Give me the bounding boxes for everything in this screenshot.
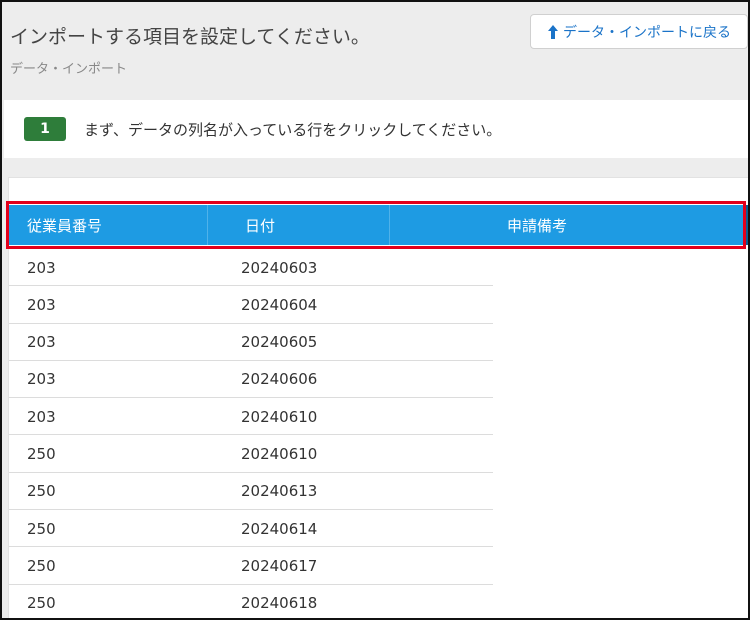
cell-date: 20240603 bbox=[241, 258, 318, 277]
cell-date: 20240613 bbox=[241, 482, 318, 501]
cell-date: 20240604 bbox=[241, 295, 318, 314]
table-row[interactable]: 203 20240603 bbox=[9, 249, 493, 287]
step-badge: 1 bbox=[24, 117, 66, 141]
table-row[interactable]: 203 20240604 bbox=[9, 286, 493, 324]
import-window: インポートする項目を設定してください。 データ・インポート データ・インポートに… bbox=[0, 0, 750, 620]
column-header-employee-number: 従業員番号 bbox=[27, 216, 103, 235]
page-title: インポートする項目を設定してください。 bbox=[10, 26, 370, 48]
cell-date: 20240618 bbox=[241, 594, 318, 613]
column-divider bbox=[389, 205, 390, 245]
table-row[interactable]: 203 20240606 bbox=[9, 361, 493, 399]
cell-employee-number: 250 bbox=[27, 519, 56, 538]
cell-employee-number: 203 bbox=[27, 407, 56, 426]
cell-date: 20240610 bbox=[241, 444, 318, 463]
cell-employee-number: 250 bbox=[27, 482, 56, 501]
cell-date: 20240605 bbox=[241, 333, 318, 352]
breadcrumb[interactable]: データ・インポート bbox=[10, 58, 127, 77]
data-table: 従業員番号 日付 申請備考 203 20240603 203 20240604 … bbox=[8, 177, 748, 618]
page-header: インポートする項目を設定してください。 データ・インポート データ・インポートに… bbox=[4, 4, 748, 98]
table-row[interactable]: 250 20240618 bbox=[9, 585, 493, 618]
cell-date: 20240606 bbox=[241, 370, 318, 389]
instruction-bar: 1 まず、データの列名が入っている行をクリックしてください。 bbox=[4, 100, 748, 158]
back-button-label: データ・インポートに戻る bbox=[563, 24, 731, 41]
column-divider bbox=[207, 205, 208, 245]
table-row[interactable]: 250 20240617 bbox=[9, 547, 493, 585]
table-row[interactable]: 250 20240614 bbox=[9, 510, 493, 548]
instruction-text: まず、データの列名が入っている行をクリックしてください。 bbox=[84, 121, 502, 139]
table-body: 203 20240603 203 20240604 203 20240605 2… bbox=[9, 249, 493, 618]
cell-employee-number: 250 bbox=[27, 594, 56, 613]
cell-date: 20240617 bbox=[241, 556, 318, 575]
cell-employee-number: 250 bbox=[27, 444, 56, 463]
table-row[interactable]: 203 20240605 bbox=[9, 324, 493, 361]
column-header-remarks: 申請備考 bbox=[507, 216, 568, 235]
cell-date: 20240610 bbox=[241, 407, 318, 426]
table-row[interactable]: 203 20240610 bbox=[9, 398, 493, 436]
arrow-up-icon bbox=[547, 24, 559, 40]
table-row[interactable]: 250 20240610 bbox=[9, 435, 493, 473]
cell-employee-number: 203 bbox=[27, 333, 56, 352]
header-row-edge bbox=[746, 205, 748, 245]
column-header-date: 日付 bbox=[245, 216, 276, 235]
table-header-row[interactable]: 従業員番号 日付 申請備考 bbox=[9, 205, 748, 245]
cell-employee-number: 250 bbox=[27, 556, 56, 575]
cell-employee-number: 203 bbox=[27, 295, 56, 314]
cell-employee-number: 203 bbox=[27, 370, 56, 389]
back-to-import-button[interactable]: データ・インポートに戻る bbox=[530, 14, 748, 49]
cell-date: 20240614 bbox=[241, 519, 318, 538]
cell-employee-number: 203 bbox=[27, 258, 56, 277]
table-row[interactable]: 250 20240613 bbox=[9, 473, 493, 511]
